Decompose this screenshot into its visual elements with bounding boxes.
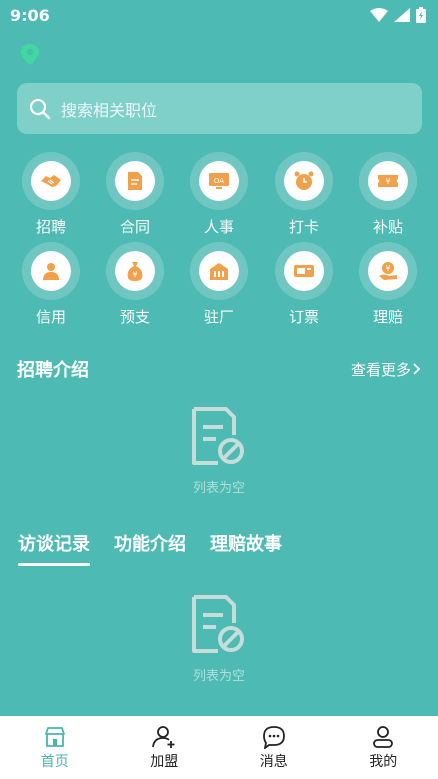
action-label: 人事 [203,218,234,236]
wifi-icon [370,8,388,22]
svg-text:¥: ¥ [132,270,137,279]
recruit-section-header: 招聘介绍 查看更多 [17,356,421,382]
chevron-right-icon [413,363,421,375]
action-label: 招聘 [35,218,66,236]
section-title: 招聘介绍 [17,360,89,381]
search-bar[interactable]: 搜索相关职位 [17,83,422,134]
money-bag-icon: ¥ [127,262,143,281]
action-label: 信用 [35,308,66,326]
content-tabs: 访谈记录 功能介绍 理赔故事 [18,530,282,566]
alarm-clock-icon [294,171,314,190]
empty-list-icon [192,407,244,465]
action-contract[interactable]: 合同 [99,152,171,237]
view-more-label: 查看更多 [350,360,411,379]
action-label: 订票 [288,308,319,326]
bottom-nav: 首页 加盟 消息 我的 [0,716,438,779]
nav-label: 首页 [40,753,69,770]
nav-join[interactable]: 加盟 [110,716,220,779]
ticket-icon: ¥ [378,175,398,187]
handshake-icon [41,175,61,187]
profile-icon [373,725,394,748]
location-pin-icon[interactable] [20,44,40,66]
empty-list-icon [192,595,244,653]
action-factory[interactable]: 驻厂 [183,242,255,327]
action-advance[interactable]: ¥ 预支 [99,242,171,327]
empty-state-recruit: 列表为空 [159,405,279,496]
signal-icon [394,8,410,22]
action-label: 驻厂 [203,308,234,326]
hand-coin-icon: ¥ [379,262,397,280]
message-icon [262,725,285,749]
action-label: 理赔 [372,308,403,326]
train-ticket-icon [294,265,314,277]
status-icons [370,7,426,23]
action-claim[interactable]: ¥ 理赔 [352,242,424,327]
tab-interview-records[interactable]: 访谈记录 [18,530,90,566]
action-label: 打卡 [288,218,319,236]
add-user-icon [152,725,175,748]
empty-text: 列表为空 [192,669,245,684]
action-recruit[interactable]: 招聘 [15,152,87,237]
oa-board-icon: OA [209,173,229,189]
svg-text:¥: ¥ [385,264,390,273]
action-ticket-booking[interactable]: 订票 [268,242,340,327]
nav-label: 我的 [369,753,398,770]
factory-icon [210,263,228,280]
tab-feature-intro[interactable]: 功能介绍 [114,530,186,556]
search-icon [29,98,51,119]
nav-label: 消息 [259,753,288,770]
action-label: 预支 [119,308,150,326]
nav-messages[interactable]: 消息 [219,716,329,779]
action-hr[interactable]: OA 人事 [183,152,255,237]
tab-claim-stories[interactable]: 理赔故事 [210,530,282,556]
view-more-link[interactable]: 查看更多 [351,359,421,380]
search-input[interactable]: 搜索相关职位 [61,97,157,121]
status-time: 9:06 [10,5,50,25]
empty-state-tab: 列表为空 [159,593,279,684]
svg-text:OA: OA [214,177,224,185]
battery-icon [416,7,426,23]
status-bar: 9:06 [0,0,438,30]
action-label: 补贴 [372,218,403,236]
svg-text:¥: ¥ [385,177,390,186]
empty-text: 列表为空 [192,481,245,496]
action-clock-in[interactable]: 打卡 [268,152,340,237]
nav-home[interactable]: 首页 [0,716,110,779]
action-credit[interactable]: 信用 [15,242,87,327]
nav-label: 加盟 [150,753,179,770]
person-card-icon [43,263,59,280]
action-label: 合同 [119,218,150,236]
home-icon [44,726,65,747]
action-subsidy[interactable]: ¥ 补贴 [352,152,424,237]
nav-profile[interactable]: 我的 [329,716,438,779]
document-icon [128,172,142,190]
